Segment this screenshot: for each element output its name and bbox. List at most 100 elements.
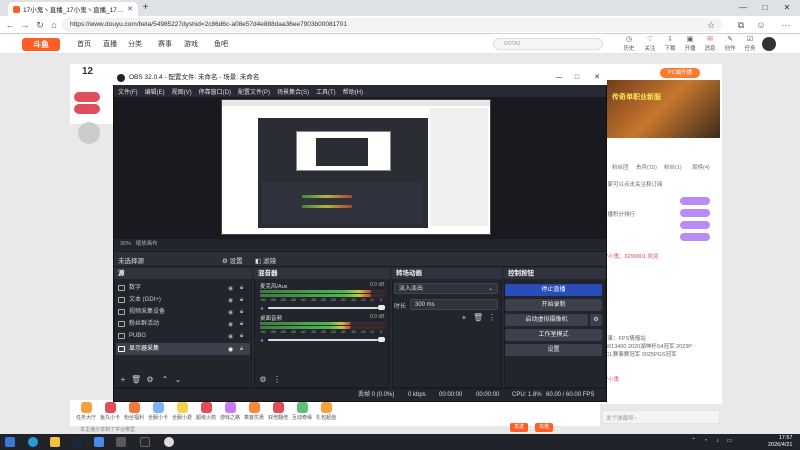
- minimize-icon[interactable]: —: [732, 0, 754, 16]
- move-down-icon[interactable]: ⌄: [173, 375, 183, 385]
- visibility-icon[interactable]: ◉: [228, 346, 236, 353]
- menu-profile[interactable]: 配置文件(P): [238, 87, 270, 96]
- mixer-settings-icon[interactable]: ⚙: [258, 375, 268, 385]
- move-up-icon[interactable]: ⌃: [160, 375, 170, 385]
- lock-icon[interactable]: 🔒︎: [240, 297, 248, 304]
- gift-item[interactable]: 礼包超值: [315, 402, 337, 421]
- visibility-icon[interactable]: ◉: [228, 333, 236, 340]
- obs-maximize-icon[interactable]: □: [568, 71, 586, 85]
- lock-icon[interactable]: 🔒︎: [240, 346, 248, 353]
- menu-view[interactable]: 视图(V): [172, 87, 192, 96]
- menu-tools[interactable]: 工具(T): [316, 87, 336, 96]
- gift-item[interactable]: 双倍翻倍: [267, 402, 289, 421]
- visibility-icon[interactable]: ◉: [228, 297, 236, 304]
- battery-icon[interactable]: ▭: [726, 438, 733, 445]
- transition-select[interactable]: 淡入淡出: [394, 283, 498, 294]
- gift-item[interactable]: 任务大厅: [75, 402, 97, 421]
- lock-icon[interactable]: 🔒︎: [240, 321, 248, 328]
- new-tab-icon[interactable]: +: [140, 3, 151, 14]
- recharge-button[interactable]: 充值: [535, 423, 553, 432]
- lock-icon[interactable]: 🔒︎: [240, 285, 248, 292]
- bookmark-star-icon[interactable]: ☆: [705, 19, 717, 31]
- volume-slider[interactable]: [268, 307, 378, 309]
- gift-item[interactable]: 鱼丸小卡: [99, 402, 121, 421]
- profile-icon[interactable]: ☺: [755, 19, 767, 31]
- volume-knob[interactable]: [378, 337, 385, 342]
- forward-icon[interactable]: →: [19, 19, 31, 31]
- nav-events[interactable]: 赛事: [158, 39, 172, 49]
- source-settings-icon[interactable]: ⚙: [145, 375, 155, 385]
- virtual-camera-settings-icon[interactable]: ⚙: [590, 314, 602, 326]
- remove-transition-icon[interactable]: 🗑︎: [473, 313, 483, 323]
- menu-icon[interactable]: ⋯: [780, 19, 792, 31]
- explorer-icon[interactable]: [50, 437, 60, 447]
- volume-slider[interactable]: [268, 339, 378, 341]
- gift-item[interactable]: 超级火箭: [195, 402, 217, 421]
- extensions-icon[interactable]: ⧉: [735, 19, 747, 31]
- url-field[interactable]: https://www.douyu.com/beta/54985227dyshi…: [62, 18, 722, 32]
- nav-home[interactable]: 首页: [77, 39, 91, 49]
- obs-minimize-icon[interactable]: —: [550, 71, 568, 85]
- lock-icon[interactable]: 🔒︎: [240, 333, 248, 340]
- add-transition-icon[interactable]: +: [459, 313, 469, 323]
- studio-mode-button[interactable]: 工作室模式: [505, 329, 602, 341]
- pc-live-button[interactable]: PC端开播: [660, 68, 700, 78]
- history-button[interactable]: ◷ 历史: [620, 36, 638, 52]
- steam-icon[interactable]: [72, 437, 82, 447]
- virtual-camera-button[interactable]: 启动虚拟摄像机: [505, 314, 588, 326]
- volume-icon[interactable]: ◂: [260, 337, 266, 344]
- filters-button[interactable]: ◧ 滤镜: [255, 255, 276, 265]
- add-source-icon[interactable]: +: [118, 375, 128, 385]
- menu-file[interactable]: 文件(F): [118, 87, 138, 96]
- gift-item[interactable]: 互动奇缘: [291, 402, 313, 421]
- settings-button[interactable]: 设置: [505, 344, 602, 356]
- send-button[interactable]: 发送: [510, 423, 528, 432]
- back-icon[interactable]: ←: [4, 19, 16, 31]
- nav-live[interactable]: 直播: [103, 39, 117, 49]
- messages-button[interactable]: ✉ 消息: [701, 36, 719, 52]
- remove-source-icon[interactable]: 🗑︎: [131, 375, 141, 385]
- douyu-search-input[interactable]: DOTA2: [493, 38, 603, 50]
- tray-arrow-icon[interactable]: ⌃: [690, 438, 697, 445]
- tab-fans[interactable]: 粉丝(1): [664, 163, 682, 171]
- visibility-icon[interactable]: ◉: [228, 309, 236, 316]
- app-icon[interactable]: [94, 437, 104, 447]
- gift-item[interactable]: 乘客优惠: [243, 402, 265, 421]
- follow-button[interactable]: ♡ 关注: [641, 36, 659, 52]
- tab-vip[interactable]: 贵宾(15): [636, 163, 657, 171]
- golive-button[interactable]: ▣ 开播: [681, 36, 699, 52]
- edge-icon[interactable]: [28, 437, 38, 447]
- gift-item[interactable]: 游戏之路: [219, 402, 241, 421]
- gift-item[interactable]: 全服小费: [171, 402, 193, 421]
- create-button[interactable]: ✎ 创作: [721, 36, 739, 52]
- user-avatar[interactable]: [762, 37, 776, 51]
- volume-icon[interactable]: ◂: [260, 305, 266, 312]
- menu-docks[interactable]: 停靠窗口(D): [199, 87, 231, 96]
- home-icon[interactable]: ⌂: [48, 19, 60, 31]
- menu-scene-collection[interactable]: 场景集合(S): [277, 87, 309, 96]
- nav-category[interactable]: 分类: [128, 39, 142, 49]
- tab-close-icon[interactable]: ✕: [127, 5, 133, 13]
- anchor-avatar[interactable]: [78, 122, 100, 144]
- ad-banner[interactable]: [602, 80, 720, 138]
- network-icon[interactable]: ◔: [702, 438, 709, 445]
- nav-games[interactable]: 游戏: [184, 39, 198, 49]
- transition-menu-icon[interactable]: ⋮: [487, 313, 497, 323]
- duration-field[interactable]: 300 ms: [410, 299, 498, 310]
- gift-item[interactable]: 全服小卡: [147, 402, 169, 421]
- tab-weekly[interactable]: 周榜(4): [692, 163, 710, 171]
- start-icon[interactable]: [5, 437, 15, 447]
- gift-item[interactable]: 粉丝福利: [123, 402, 145, 421]
- douyu-logo[interactable]: 斗鱼: [22, 38, 60, 51]
- clock[interactable]: 17:57 2026/4/21: [768, 435, 792, 449]
- zoom-value[interactable]: 30%: [120, 241, 131, 247]
- menu-edit[interactable]: 编辑(E): [145, 87, 165, 96]
- chat-input[interactable]: 发个弹幕呗~: [602, 410, 720, 424]
- tab-fans-group[interactable]: 粉丝团: [612, 163, 629, 171]
- menu-help[interactable]: 帮助(H): [343, 87, 363, 96]
- volume-knob[interactable]: [378, 305, 385, 310]
- start-recording-button[interactable]: 开始录制: [505, 299, 602, 311]
- maximize-icon[interactable]: □: [754, 0, 776, 16]
- reload-icon[interactable]: ↻: [34, 19, 46, 31]
- speaker-icon[interactable]: ♪: [714, 438, 721, 445]
